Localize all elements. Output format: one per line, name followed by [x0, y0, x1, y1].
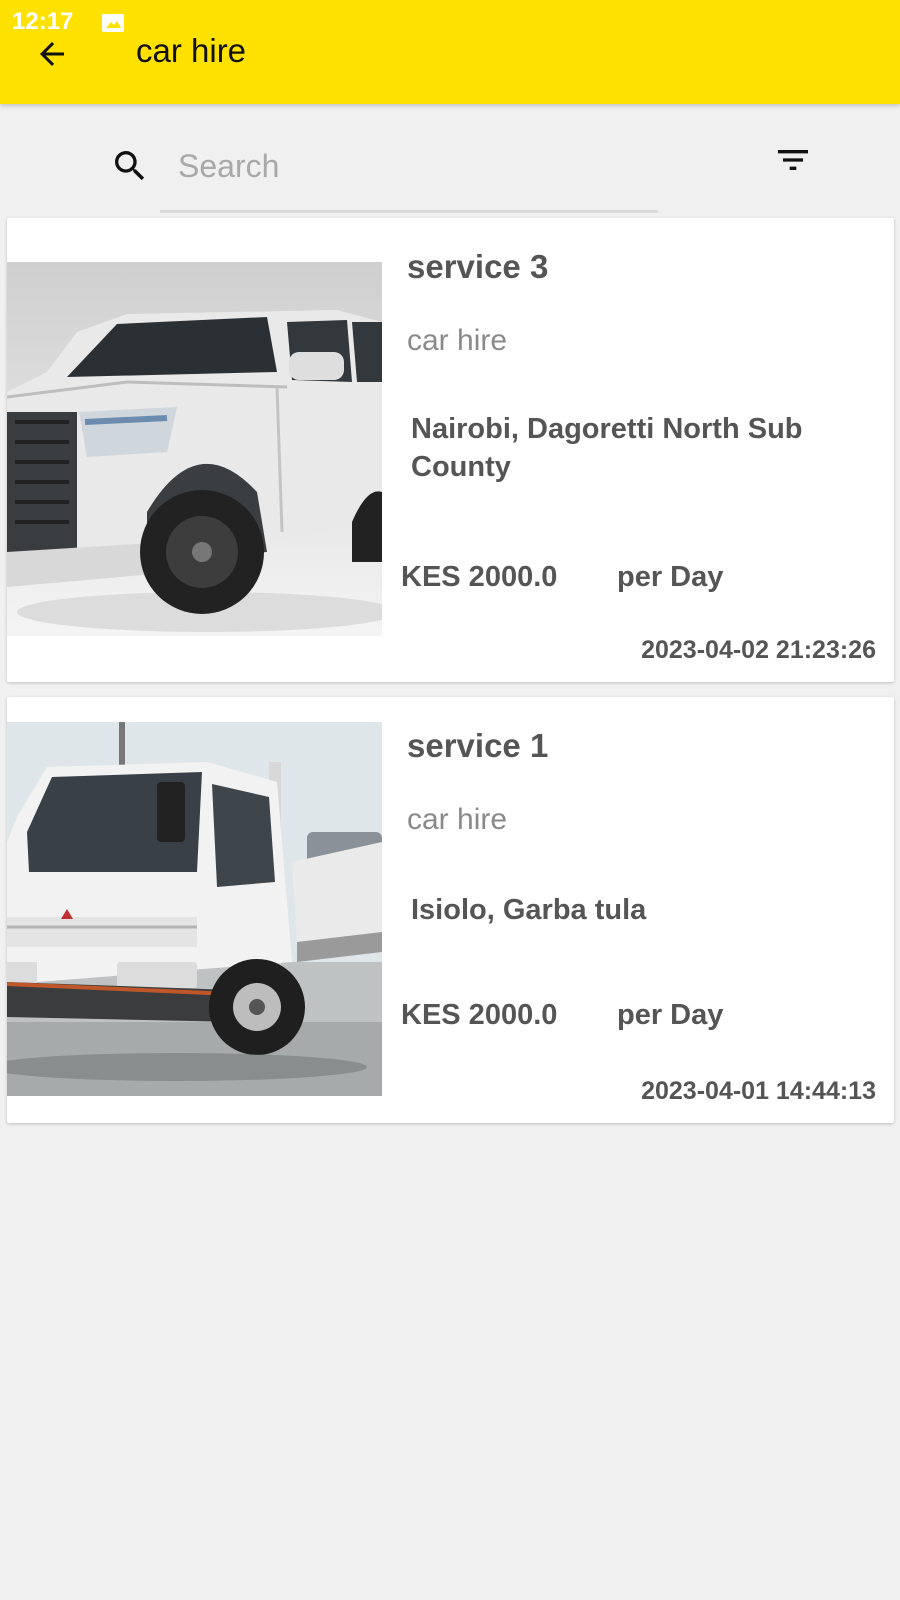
service-name: service 1	[407, 727, 549, 764]
listing-card[interactable]: service 1 car hire Isiolo, Garba tula KE…	[7, 697, 894, 1123]
filter-icon[interactable]	[770, 140, 816, 180]
listing-image	[7, 262, 382, 636]
service-category: car hire	[407, 324, 508, 357]
service-name: service 3	[407, 248, 549, 285]
search-input[interactable]	[176, 142, 640, 190]
arrow-left-icon	[40, 42, 64, 66]
service-location: Isiolo, Garba tula	[411, 894, 647, 926]
service-date: 2023-04-02 21:23:26	[641, 636, 876, 664]
search-icon[interactable]	[110, 146, 150, 186]
service-price-unit: per Day	[617, 999, 724, 1031]
app-bar: 12:17 car hire	[0, 0, 900, 104]
listing-card[interactable]: service 3 car hire Nairobi, Dagoretti No…	[7, 218, 894, 682]
image-icon	[102, 14, 124, 32]
service-date: 2023-04-01 14:44:13	[641, 1077, 876, 1105]
service-price: KES 2000.0	[401, 561, 558, 593]
back-button[interactable]	[30, 32, 74, 76]
service-category: car hire	[407, 803, 508, 836]
service-location: Nairobi, Dagoretti North Sub County	[411, 413, 803, 483]
service-price: KES 2000.0	[401, 999, 558, 1031]
page-title: car hire	[136, 32, 247, 69]
service-price-unit: per Day	[617, 561, 724, 593]
listing-image	[7, 722, 382, 1096]
